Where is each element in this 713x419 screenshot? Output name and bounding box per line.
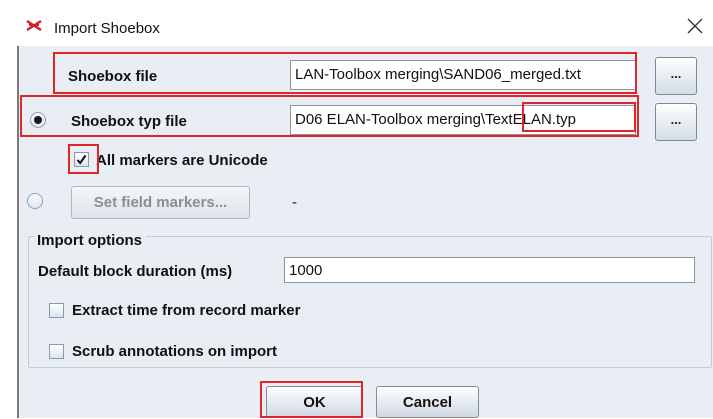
default-block-duration-label: Default block duration (ms) xyxy=(38,263,233,280)
window-title: Import Shoebox xyxy=(54,20,160,37)
extract-time-label: Extract time from record marker xyxy=(72,302,301,319)
shoebox-typ-radio[interactable] xyxy=(30,112,46,128)
shoebox-file-label: Shoebox file xyxy=(68,68,158,85)
title-bar: Import Shoebox xyxy=(0,0,713,46)
set-field-markers-button[interactable]: Set field markers... xyxy=(71,186,250,219)
field-markers-value: - xyxy=(292,194,297,211)
close-icon[interactable] xyxy=(686,17,704,35)
shoebox-file-field[interactable]: LAN-Toolbox merging\SAND06_merged.txt xyxy=(290,60,636,90)
all-markers-unicode-checkbox[interactable] xyxy=(74,152,89,167)
all-markers-unicode-label: All markers are Unicode xyxy=(96,152,268,169)
scrub-annotations-label: Scrub annotations on import xyxy=(72,343,277,360)
import-options-legend: Import options xyxy=(35,232,146,249)
ok-button[interactable]: OK xyxy=(266,386,363,418)
shoebox-typ-file-browse-button[interactable]: ... xyxy=(655,103,697,141)
shoebox-file-browse-button[interactable]: ... xyxy=(655,57,697,95)
field-markers-radio[interactable] xyxy=(27,193,43,209)
scrub-annotations-checkbox[interactable] xyxy=(49,344,64,359)
extract-time-checkbox[interactable] xyxy=(49,303,64,318)
checkmark-icon xyxy=(76,154,87,165)
elan-scissors-icon xyxy=(26,19,42,32)
shoebox-typ-file-field[interactable]: D06 ELAN-Toolbox merging\TextELAN.typ xyxy=(290,105,636,135)
cancel-button[interactable]: Cancel xyxy=(376,386,479,418)
import-dialog: Shoebox file LAN-Toolbox merging\SAND06_… xyxy=(19,46,713,418)
shoebox-typ-file-label: Shoebox typ file xyxy=(71,113,187,130)
default-block-duration-field[interactable]: 1000 xyxy=(284,257,695,283)
